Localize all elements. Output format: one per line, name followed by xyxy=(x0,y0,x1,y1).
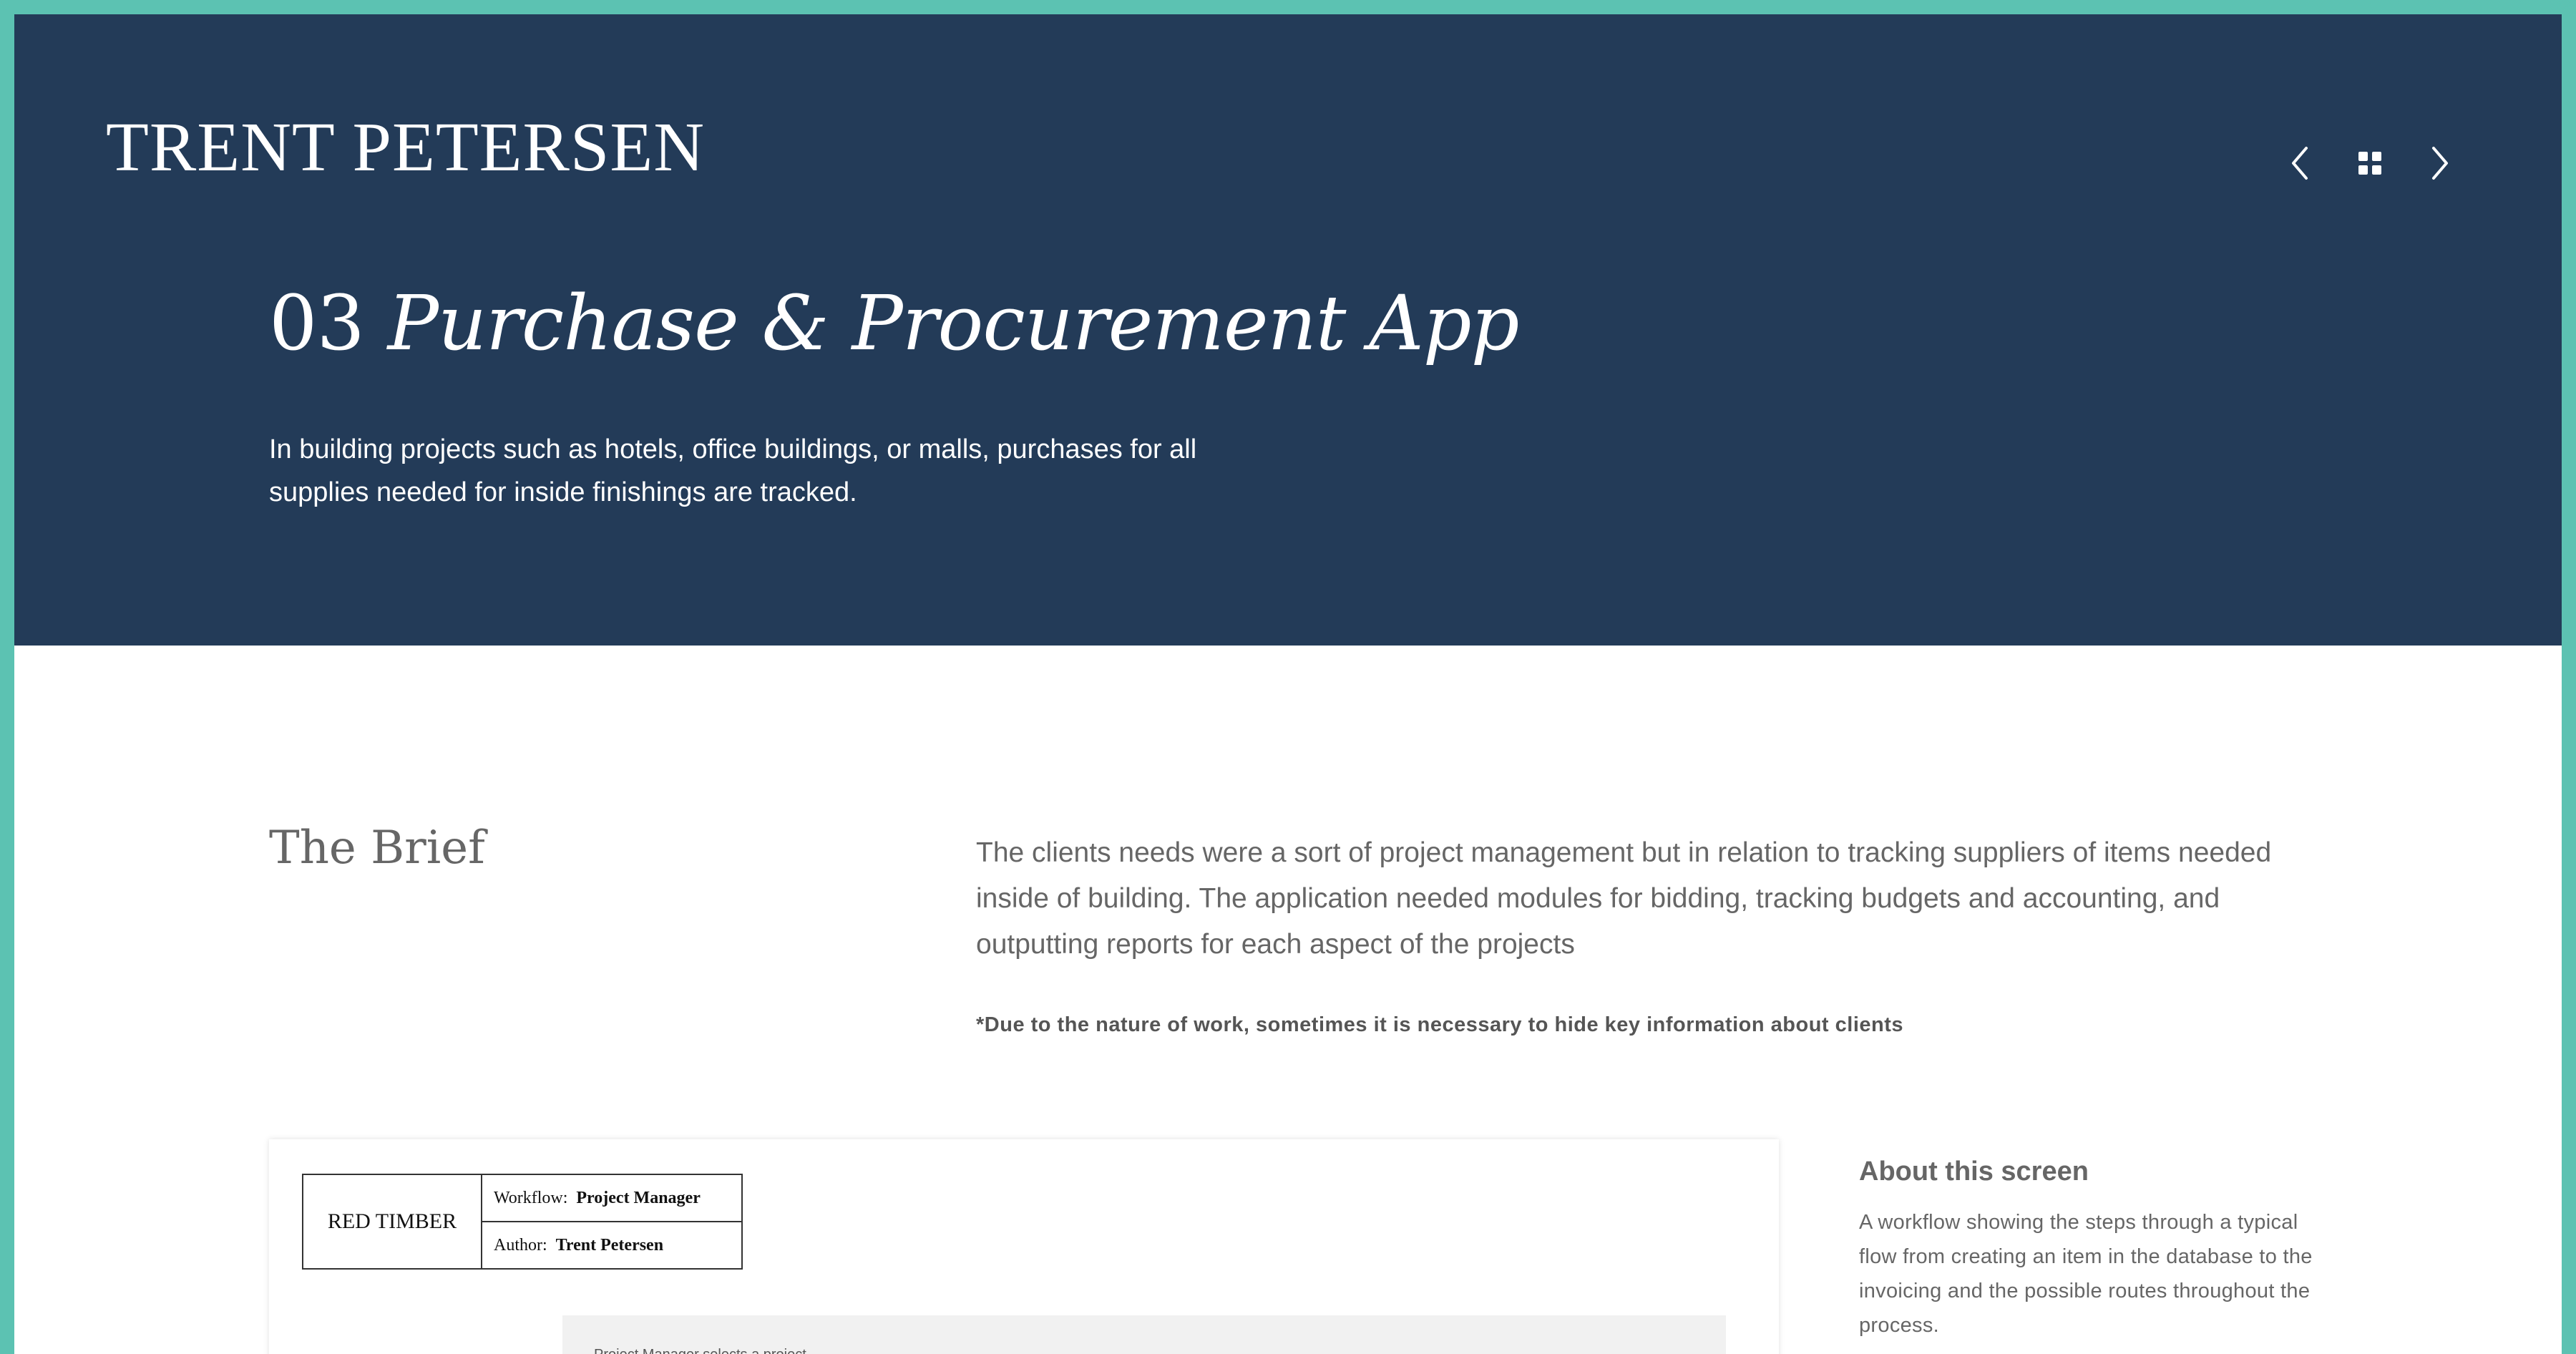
all-projects-button[interactable] xyxy=(2348,142,2391,185)
chevron-right-icon xyxy=(2432,147,2448,180)
company-name: RED TIMBER xyxy=(303,1175,482,1268)
page-frame: TRENT PETERSEN 03 Purchase & Procurement… xyxy=(14,14,2562,1354)
workflow-screenshot-card: RED TIMBER Workflow: Project Manager Aut… xyxy=(269,1139,1779,1354)
about-text: A workflow showing the steps through a t… xyxy=(1859,1211,2313,1337)
hero-section: TRENT PETERSEN 03 Purchase & Procurement… xyxy=(14,14,2562,646)
project-description: In building projects such as hotels, off… xyxy=(269,434,1197,507)
author-label: Author: xyxy=(494,1235,547,1255)
project-name: Purchase & Procurement App xyxy=(387,279,1520,367)
workflow-label: Workflow: xyxy=(494,1188,568,1207)
project-number: 03 xyxy=(269,279,365,367)
next-project-button[interactable] xyxy=(2419,142,2462,185)
project-title: 03 Purchase & Procurement App xyxy=(269,279,1520,367)
brief-heading: The Brief xyxy=(269,822,485,875)
about-heading: About this screen xyxy=(1859,1156,2089,1187)
brief-text: The clients needs were a sort of project… xyxy=(976,837,2272,960)
workflow-step-box: Project Manager selects a project xyxy=(562,1315,1726,1354)
author-row: Author: Trent Petersen xyxy=(482,1221,741,1268)
grid-icon xyxy=(2358,152,2381,175)
document-header-table: RED TIMBER Workflow: Project Manager Aut… xyxy=(302,1174,743,1270)
brief-note: *Due to the nature of work, sometimes it… xyxy=(976,1013,1904,1036)
chevron-left-icon xyxy=(2292,147,2308,180)
author-value: Trent Petersen xyxy=(555,1235,664,1255)
workflow-value: Project Manager xyxy=(576,1188,701,1207)
site-logo[interactable]: TRENT PETERSEN xyxy=(106,107,705,187)
document-meta: Workflow: Project Manager Author: Trent … xyxy=(482,1175,741,1268)
workflow-row: Workflow: Project Manager xyxy=(482,1175,741,1221)
workflow-step-text: Project Manager selects a project xyxy=(594,1347,806,1354)
prev-project-button[interactable] xyxy=(2278,142,2321,185)
